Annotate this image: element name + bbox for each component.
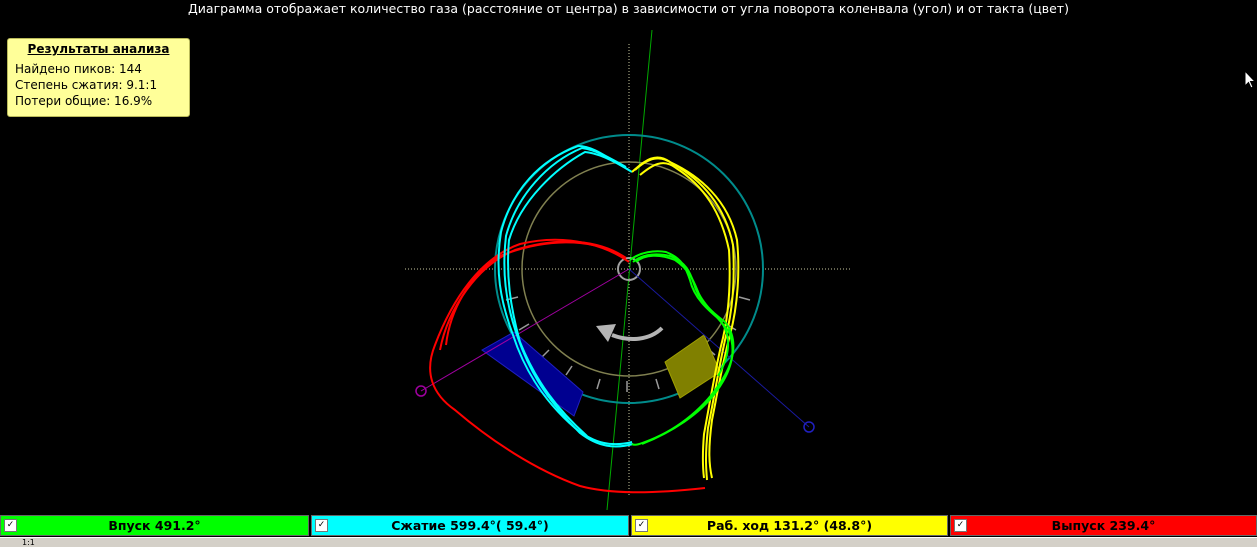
legend-exhaust[interactable]: ✓ Выпуск 239.4° (950, 515, 1257, 536)
intake-curve (629, 250, 735, 446)
total-losses: Потери общие: 16.9% (15, 94, 153, 108)
legend-intake[interactable]: ✓ Впуск 491.2° (0, 515, 309, 536)
legend-compression-label: Сжатие 599.4°( 59.4°) (391, 518, 549, 533)
check-icon[interactable]: ✓ (954, 519, 967, 532)
stroke-legend-bar: ✓ Впуск 491.2° ✓ Сжатие 599.4°( 59.4°) ✓… (0, 515, 1257, 537)
mouse-cursor-icon (1244, 70, 1257, 89)
exhaust-marker-line (628, 268, 810, 428)
exhaust-curve (429, 238, 706, 494)
analysis-results-panel: Результаты анализа Найдено пиков: 144 Ст… (7, 38, 190, 117)
legend-exhaust-label: Выпуск 239.4° (1051, 518, 1156, 533)
legend-compression[interactable]: ✓ Сжатие 599.4°( 59.4°) (311, 515, 629, 536)
check-icon[interactable]: ✓ (315, 519, 328, 532)
legend-power-stroke-label: Раб. ход 131.2° (48.8°) (706, 518, 873, 533)
legend-intake-label: Впуск 491.2° (108, 518, 201, 533)
legend-power-stroke[interactable]: ✓ Раб. ход 131.2° (48.8°) (631, 515, 948, 536)
check-icon[interactable]: ✓ (4, 519, 17, 532)
compression-ratio: Степень сжатия: 9.1:1 (15, 78, 158, 92)
peaks-count: Найдено пиков: 144 (15, 62, 142, 76)
analysis-title: Результаты анализа (27, 42, 170, 56)
intake-valve-sector (481, 331, 584, 417)
check-icon[interactable]: ✓ (635, 519, 648, 532)
